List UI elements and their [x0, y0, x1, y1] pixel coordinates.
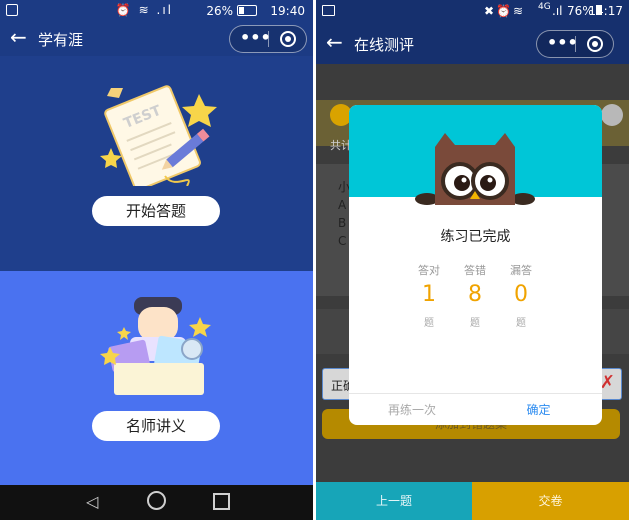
more-dots-icon[interactable]: •••: [547, 33, 578, 52]
recents-square-icon[interactable]: [213, 493, 230, 510]
back-triangle-icon[interactable]: ◁: [86, 492, 98, 511]
previous-question-button[interactable]: 上一题: [316, 482, 472, 520]
battery-text: 26%: [206, 4, 233, 18]
owl-mascot-icon: [411, 133, 539, 207]
battery-icon: [237, 5, 257, 16]
gallery-notification-icon: [322, 5, 335, 16]
correct-unit: 题: [424, 318, 434, 329]
notification-icon: [6, 4, 18, 16]
network-type: 4G: [538, 2, 551, 12]
modal-title: 练习已完成: [440, 229, 511, 245]
page-title: 学有涯: [38, 31, 84, 49]
wrong-label: 答错: [464, 264, 486, 277]
missed-unit: 题: [516, 318, 526, 329]
back-arrow-icon[interactable]: ←: [326, 30, 343, 54]
modal-button-row: 再练一次 确定: [349, 393, 602, 425]
missed-count: 0: [514, 282, 528, 307]
lecture-panel: 名师讲义: [0, 271, 313, 485]
close-target-icon[interactable]: [280, 31, 296, 47]
status-bar: ✖⏰≋ 4G .ıl 76% 14:17: [316, 0, 629, 24]
start-quiz-panel: TEST 开始答题: [0, 56, 313, 271]
correct-count: 1: [422, 282, 436, 307]
nav-bar: ← 在线测评 •••: [316, 24, 629, 64]
back-arrow-icon[interactable]: ←: [10, 25, 27, 49]
status-time: 19:40: [270, 4, 305, 18]
wrong-unit: 题: [470, 318, 480, 329]
submit-paper-button[interactable]: 交卷: [472, 482, 629, 520]
start-quiz-button[interactable]: 开始答题: [92, 196, 220, 226]
more-dots-icon[interactable]: •••: [240, 28, 271, 47]
status-time: 14:17: [588, 4, 623, 18]
right-phone-screen: ✖⏰≋ 4G .ıl 76% 14:17 ← 在线测评 ••• 共计 小 A B…: [316, 0, 629, 520]
wrong-count: 8: [468, 282, 482, 307]
teacher-illustration-icon: [100, 297, 211, 395]
mini-program-capsule: •••: [229, 25, 307, 53]
android-nav-bar: ◁: [0, 485, 313, 520]
nav-bar: ← 学有涯 •••: [0, 22, 313, 56]
left-phone-screen: ⏰ ≋ .ıl 26% 19:40 ← 学有涯 ••• TEST 开始答题 名师…: [0, 0, 313, 520]
signal-icon: .ıl: [552, 4, 563, 18]
home-circle-icon[interactable]: [147, 491, 166, 510]
mute-alarm-wifi-icons: ✖⏰≋: [484, 4, 526, 18]
status-bar: ⏰ ≋ .ıl 26% 19:40: [0, 0, 313, 22]
page-title: 在线测评: [354, 36, 415, 54]
alarm-wifi-signal-icons: ⏰ ≋ .ıl: [115, 3, 173, 17]
test-paper-pencil-icon: TEST: [100, 85, 217, 186]
close-target-icon[interactable]: [587, 36, 603, 52]
retry-button[interactable]: 再练一次: [349, 394, 475, 425]
completion-modal: 练习已完成 答对 答错 漏答 1 8 0 题 题 题 再练一次 确定: [349, 105, 602, 425]
lecture-button[interactable]: 名师讲义: [92, 411, 220, 441]
missed-label: 漏答: [510, 264, 532, 277]
wrong-mark-icon: ✗: [599, 372, 615, 393]
confirm-button[interactable]: 确定: [475, 394, 602, 425]
correct-label: 答对: [418, 264, 440, 277]
mini-program-capsule: •••: [536, 30, 614, 58]
bottom-action-bar: 上一题 交卷: [316, 482, 629, 520]
